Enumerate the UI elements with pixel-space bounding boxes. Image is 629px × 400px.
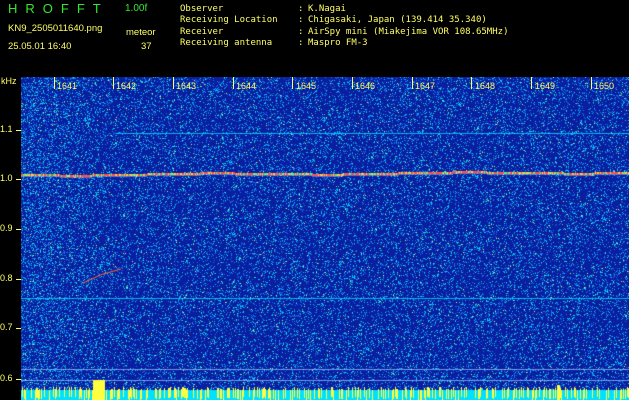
x-tick-label: 1646 [355, 81, 376, 91]
x-tick-label: 1650 [594, 81, 615, 91]
y-tick-mark [16, 379, 21, 380]
info-value-antenna: Maspro FM-3 [308, 38, 368, 48]
x-tick-mark [54, 77, 55, 89]
x-tick-label: 1641 [57, 81, 78, 91]
y-tick-mark [16, 179, 21, 180]
x-tick-mark [233, 77, 234, 89]
y-tick-mark [16, 328, 21, 329]
x-tick-label: 1644 [236, 81, 257, 91]
x-tick-label: 1649 [535, 81, 556, 91]
x-tick-mark [591, 77, 592, 89]
y-tick-mark [16, 130, 21, 131]
y-tick-label: 1.0 [0, 173, 13, 183]
waterfall-plot[interactable]: kHz 1.1 1.0 0.9 0.8 0.7 0.6 1641 1642 16… [0, 77, 629, 400]
file-datetime: 25.05.01 16:40 [8, 41, 72, 52]
x-tick-mark [173, 77, 174, 89]
y-tick-label: 0.9 [0, 223, 13, 233]
meteor-label: meteor [126, 27, 156, 38]
info-colon: : [298, 38, 304, 48]
info-value-location: Chigasaki, Japan (139.414 35.340) [308, 15, 487, 25]
x-tick-label: 1643 [176, 81, 197, 91]
y-tick-label: 0.6 [0, 373, 13, 383]
y-tick-mark [16, 229, 21, 230]
info-colon: : [298, 15, 304, 25]
info-label-antenna: Receiving antenna [180, 38, 273, 48]
info-label-location: Receiving Location [180, 15, 278, 25]
info-label-observer: Observer [180, 4, 224, 14]
header: HROFFT 1.00f KN9_2505011640.png 25.05.01… [0, 0, 629, 77]
spectrogram-canvas[interactable] [21, 77, 629, 400]
y-axis-unit: kHz [1, 76, 17, 86]
x-tick-mark [113, 77, 114, 89]
y-axis: kHz 1.1 1.0 0.9 0.8 0.7 0.6 [0, 77, 21, 400]
x-tick-mark [292, 77, 293, 89]
x-tick-mark [531, 77, 532, 89]
app-title: HROFFT [8, 1, 109, 16]
x-tick-label: 1647 [415, 81, 436, 91]
x-tick-label: 1642 [116, 81, 137, 91]
info-value-observer: K.Nagai [308, 4, 346, 14]
x-tick-label: 1645 [296, 81, 317, 91]
x-tick-mark [412, 77, 413, 89]
y-tick-label: 0.7 [0, 322, 13, 332]
y-tick-label: 0.8 [0, 273, 13, 283]
app-version: 1.00f [125, 3, 148, 14]
info-colon: : [298, 27, 304, 37]
meteor-count: 37 [141, 41, 152, 52]
file-name: KN9_2505011640.png [8, 23, 103, 34]
info-colon: : [298, 4, 304, 14]
info-value-receiver: AirSpy mini (Miakejima VOR 108.65MHz) [308, 27, 509, 37]
x-tick-mark [352, 77, 353, 89]
x-tick-mark [471, 77, 472, 89]
y-tick-mark [16, 279, 21, 280]
x-tick-label: 1648 [475, 81, 496, 91]
y-tick-label: 1.1 [0, 124, 13, 134]
info-label-receiver: Receiver [180, 27, 224, 37]
